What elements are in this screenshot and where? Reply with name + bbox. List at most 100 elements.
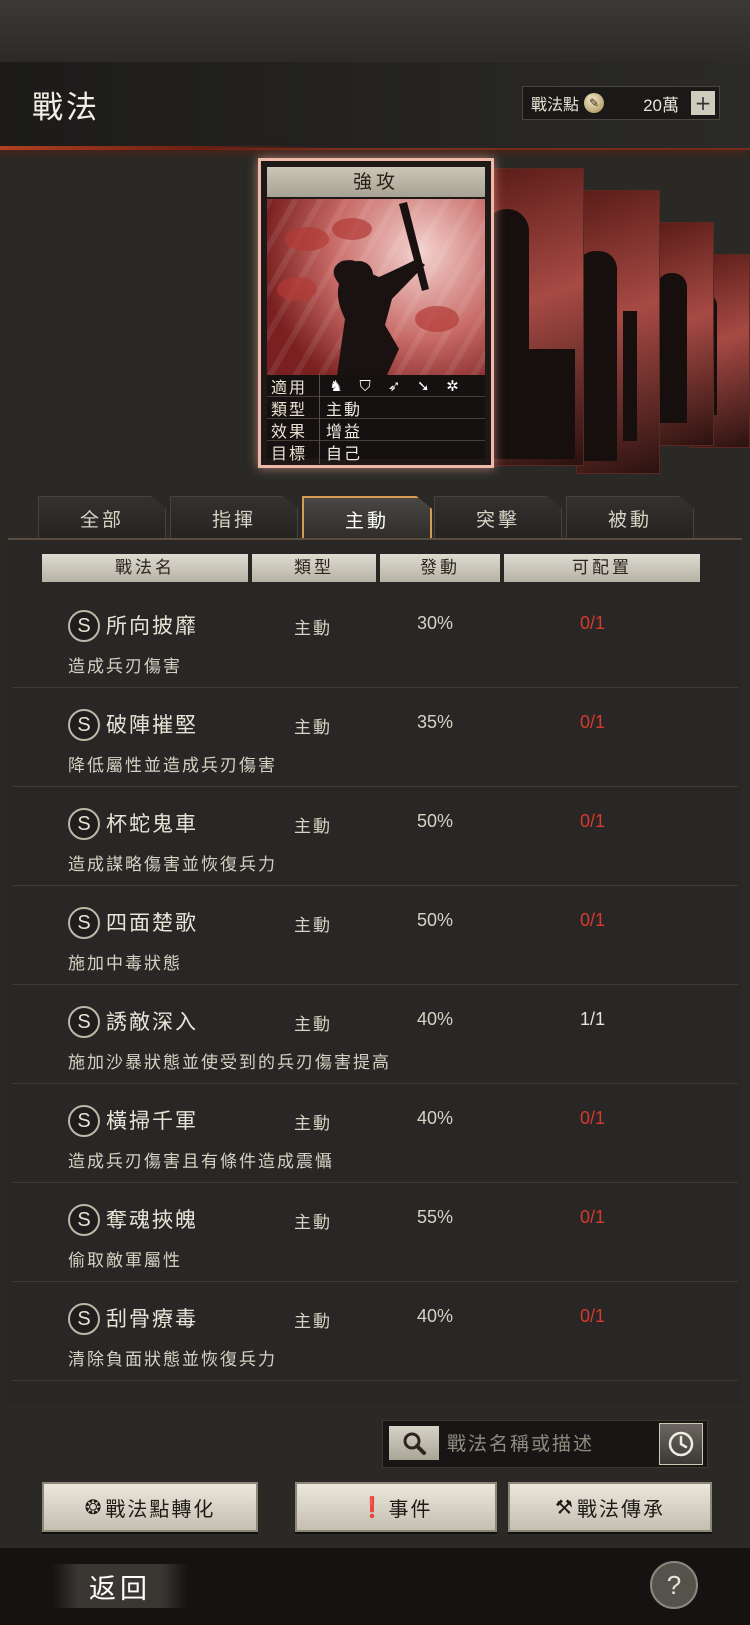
tab-assault[interactable]: 突擊: [434, 496, 562, 540]
tactic-rate: 50%: [417, 811, 454, 831]
tactic-name: 所向披靡: [106, 614, 198, 638]
info-key: 類型: [267, 395, 320, 420]
info-row-type: 類型 主動: [267, 395, 485, 420]
column-header-available[interactable]: 可配置: [504, 554, 700, 582]
grade-badge: S: [68, 709, 100, 741]
events-label: 事件: [388, 1496, 433, 1521]
tactic-rate: 40%: [417, 1009, 454, 1029]
convert-points-button[interactable]: ❂ 戰法點轉化: [42, 1482, 258, 1532]
tactic-slot: 0/1: [580, 910, 606, 930]
tactic-points-panel: 戰法點 ✎ 20萬 +: [522, 86, 720, 120]
tab-passive[interactable]: 被動: [566, 496, 694, 540]
header: 戰法 戰法點 ✎ 20萬 +: [0, 62, 750, 150]
tactic-type: 主動: [294, 718, 332, 738]
table-row[interactable]: S 誘敵深入 主動 40% 1/1 施加沙暴狀態並使受到的兵刃傷害提高: [12, 988, 738, 1084]
tactic-point-coin-icon: ✎: [584, 93, 605, 113]
card-info-table: 適用 ♞ ⛉ ➶ ➘ ✲ 類型 主動 效果 增益 目標 自己: [267, 373, 485, 464]
tactic-desc: 施加中毒狀態: [68, 954, 182, 974]
wheel-icon: ✲: [446, 377, 461, 395]
tactic-name: 破陣摧堅: [106, 713, 198, 737]
table-row[interactable]: S 杯蛇鬼車 主動 50% 0/1 造成謀略傷害並恢復兵力: [12, 790, 738, 886]
info-value: 主動: [326, 399, 363, 419]
tactic-desc: 清除負面狀態並恢復兵力: [68, 1350, 277, 1370]
tab-command[interactable]: 指揮: [170, 496, 298, 540]
grade-badge: S: [68, 1006, 100, 1038]
column-header-type[interactable]: 類型: [252, 554, 376, 582]
card-preview-1[interactable]: [484, 168, 584, 466]
tactic-rate: 30%: [417, 613, 454, 633]
points-value: 20萬: [643, 95, 679, 115]
tactic-desc: 造成兵刃傷害: [68, 657, 182, 677]
table-row[interactable]: S 橫掃千軍 主動 40% 0/1 造成兵刃傷害且有條件造成震懾: [12, 1087, 738, 1183]
tactic-slot: 0/1: [580, 1306, 606, 1326]
table-row[interactable]: S 奪魂挾魄 主動 55% 0/1 偷取敵軍屬性: [12, 1186, 738, 1282]
category-tabs: 全部 指揮 主動 突擊 被動: [38, 496, 698, 542]
card-preview-3[interactable]: [654, 222, 714, 446]
cavalry-icon: ♞: [329, 377, 345, 395]
tactic-rate: 55%: [417, 1207, 454, 1227]
tactic-name: 誘敵深入: [106, 1010, 198, 1034]
tactic-slot: 0/1: [580, 1108, 606, 1128]
tactic-desc: 造成謀略傷害並恢復兵力: [68, 855, 277, 875]
tactic-slot: 0/1: [580, 811, 606, 831]
tactic-card-carousel[interactable]: 強攻 適用 ♞ ⛉ ➶ ➘ ✲ 類型 主動 效果 增益 目標 自己: [0, 150, 750, 480]
alert-book-icon: ❗: [359, 1495, 387, 1519]
shield-icon: ⛉: [359, 377, 373, 395]
bow-icon: ➶: [387, 377, 403, 395]
history-button[interactable]: [659, 1423, 703, 1465]
tactic-type: 主動: [294, 1114, 332, 1134]
tactic-slot: 1/1: [580, 1009, 606, 1029]
grade-badge: S: [68, 907, 100, 939]
top-decor-bar: [0, 0, 750, 62]
tactic-rate: 40%: [417, 1108, 454, 1128]
tactics-table: 戰法名 類型 發動 可配置 S 所向披靡 主動 30% 0/1 造成兵刃傷害 S…: [8, 540, 742, 1404]
tactic-type: 主動: [294, 1312, 332, 1332]
tactic-slot: 0/1: [580, 613, 606, 633]
tactic-name: 橫掃千軍: [106, 1109, 198, 1133]
tactic-slot: 0/1: [580, 712, 606, 732]
grade-badge: S: [68, 808, 100, 840]
info-value: 自己: [326, 443, 363, 463]
tab-active[interactable]: 主動: [302, 496, 432, 542]
grade-badge: S: [68, 1204, 100, 1236]
search-input[interactable]: [445, 1427, 639, 1461]
card-preview-2[interactable]: [576, 190, 660, 474]
table-row[interactable]: S 四面楚歌 主動 50% 0/1 施加中毒狀態: [12, 889, 738, 985]
add-points-button[interactable]: +: [691, 91, 715, 115]
grade-badge: S: [68, 610, 100, 642]
tactic-slot: 0/1: [580, 1207, 606, 1227]
table-row[interactable]: S 刮骨療毒 主動 40% 0/1 清除負面狀態並恢復兵力: [12, 1285, 738, 1381]
info-value: 增益: [326, 421, 363, 441]
help-button[interactable]: ?: [650, 1561, 698, 1609]
tactic-rate: 50%: [417, 910, 454, 930]
tactic-rate: 35%: [417, 712, 454, 732]
search-icon: [403, 1432, 426, 1455]
info-row-applicable: 適用 ♞ ⛉ ➶ ➘ ✲: [267, 373, 485, 398]
table-row[interactable]: S 破陣摧堅 主動 35% 0/1 降低屬性並造成兵刃傷害: [12, 691, 738, 787]
tab-all[interactable]: 全部: [38, 496, 166, 540]
page-title: 戰法: [32, 90, 100, 126]
selected-tactic-card[interactable]: 強攻 適用 ♞ ⛉ ➶ ➘ ✲ 類型 主動 效果 增益 目標 自己: [258, 158, 494, 468]
search-button[interactable]: [389, 1426, 439, 1460]
events-button[interactable]: ❗ 事件: [295, 1482, 497, 1532]
tactic-type: 主動: [294, 619, 332, 639]
column-header-name[interactable]: 戰法名: [42, 554, 248, 582]
tactic-desc: 偷取敵軍屬性: [68, 1251, 182, 1271]
points-label: 戰法點: [531, 95, 580, 114]
table-row[interactable]: S 所向披靡 主動 30% 0/1 造成兵刃傷害: [12, 592, 738, 688]
tactic-type: 主動: [294, 1015, 332, 1035]
inherit-tactic-button[interactable]: ⚒ 戰法傳承: [508, 1482, 712, 1532]
tactic-type: 主動: [294, 916, 332, 936]
info-row-effect: 效果 增益: [267, 417, 485, 442]
clock-icon: [668, 1431, 694, 1457]
tactic-name: 四面楚歌: [106, 911, 198, 935]
back-button[interactable]: 返回: [52, 1564, 188, 1608]
hammer-icon: ⚒: [555, 1495, 575, 1519]
flame-icon: ❂: [84, 1495, 104, 1519]
tactic-desc: 降低屬性並造成兵刃傷害: [68, 756, 277, 776]
grade-badge: S: [68, 1105, 100, 1137]
column-header-trigger[interactable]: 發動: [380, 554, 500, 582]
tactic-name: 奪魂挾魄: [106, 1208, 198, 1232]
tactic-name: 刮骨療毒: [106, 1307, 198, 1331]
info-key: 適用: [267, 373, 320, 398]
